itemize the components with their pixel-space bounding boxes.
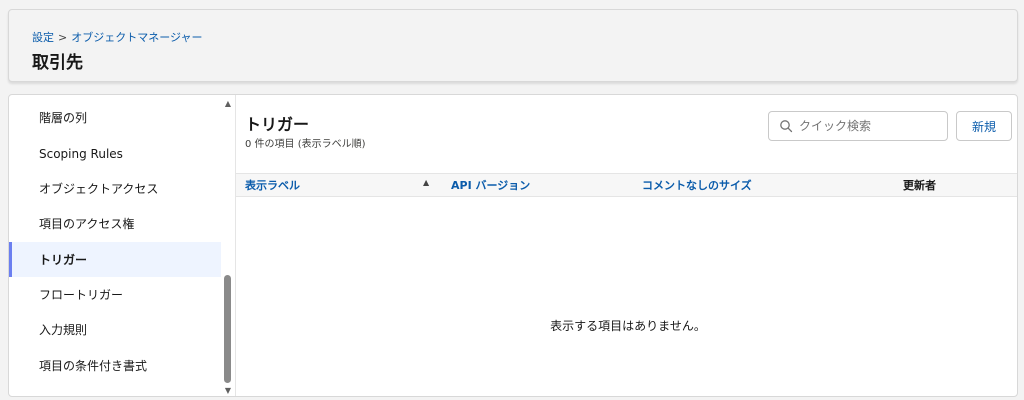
sidebar-item-field-access[interactable]: 項目のアクセス権 — [9, 206, 221, 241]
column-header-last-modified-by: 更新者 — [903, 179, 936, 192]
breadcrumb-object-manager-link[interactable]: オブジェクトマネージャー — [71, 31, 202, 44]
quick-search-box[interactable] — [768, 111, 948, 141]
quick-search-input[interactable] — [799, 119, 939, 133]
page-title: 取引先 — [32, 53, 83, 73]
section-title: トリガー — [245, 115, 310, 134]
sidebar-item-label: 項目の条件付き書式 — [39, 359, 148, 373]
breadcrumb-separator: > — [58, 31, 68, 44]
content-area: トリガー 0 件の項目 (表示ラベル順) 新規 表示ラベル ▲ API バージョ… — [235, 95, 1017, 396]
empty-state-message: 表示する項目はありません。 — [550, 319, 706, 333]
breadcrumb: 設定 > オブジェクトマネージャー — [32, 29, 202, 45]
sidebar-item-validation-rules[interactable]: 入力規則 — [9, 312, 221, 347]
main-panel: 階層の列 Scoping Rules オブジェクトアクセス 項目のアクセス権 ト… — [8, 94, 1018, 397]
sidebar-item-flow-triggers[interactable]: フロートリガー — [9, 277, 221, 312]
table-header: 表示ラベル ▲ API バージョン コメントなしのサイズ 更新者 — [236, 173, 1017, 197]
sidebar-item-label: 階層の列 — [39, 111, 88, 125]
chevron-up-icon[interactable]: ▲ — [222, 97, 234, 109]
sidebar-item-label: 入力規則 — [39, 323, 88, 337]
column-header-size-without-comments[interactable]: コメントなしのサイズ — [642, 174, 752, 196]
sidebar-item-triggers[interactable]: トリガー — [9, 242, 221, 277]
breadcrumb-settings-link[interactable]: 設定 — [32, 31, 54, 44]
sidebar-item-conditional-formatting[interactable]: 項目の条件付き書式 — [9, 348, 221, 383]
sidebar-item-label: フロートリガー — [39, 288, 124, 302]
sort-ascending-icon[interactable]: ▲ — [423, 178, 429, 187]
sidebar-item-label: Scoping Rules — [39, 146, 123, 161]
page-header: 設定 > オブジェクトマネージャー 取引先 — [8, 9, 1018, 82]
sidebar-item-label: トリガー — [39, 253, 88, 267]
column-header-api-version[interactable]: API バージョン — [451, 174, 530, 196]
sidebar-item-scoping-rules[interactable]: Scoping Rules — [9, 136, 221, 171]
sidebar-item-label: 項目のアクセス権 — [39, 217, 135, 231]
sidebar-scrollbar[interactable]: ▲ ▼ — [222, 95, 234, 396]
scrollbar-thumb[interactable] — [224, 275, 231, 383]
sidebar-item-object-access[interactable]: オブジェクトアクセス — [9, 171, 221, 206]
column-header-label[interactable]: 表示ラベル — [245, 174, 300, 196]
sidebar: 階層の列 Scoping Rules オブジェクトアクセス 項目のアクセス権 ト… — [9, 95, 221, 396]
search-icon — [780, 120, 793, 133]
sidebar-item-hierarchy-columns[interactable]: 階層の列 — [9, 100, 221, 135]
sidebar-item-label: オブジェクトアクセス — [39, 182, 159, 196]
item-count: 0 件の項目 (表示ラベル順) — [245, 139, 366, 150]
new-button[interactable]: 新規 — [956, 111, 1012, 141]
chevron-down-icon[interactable]: ▼ — [222, 384, 234, 396]
